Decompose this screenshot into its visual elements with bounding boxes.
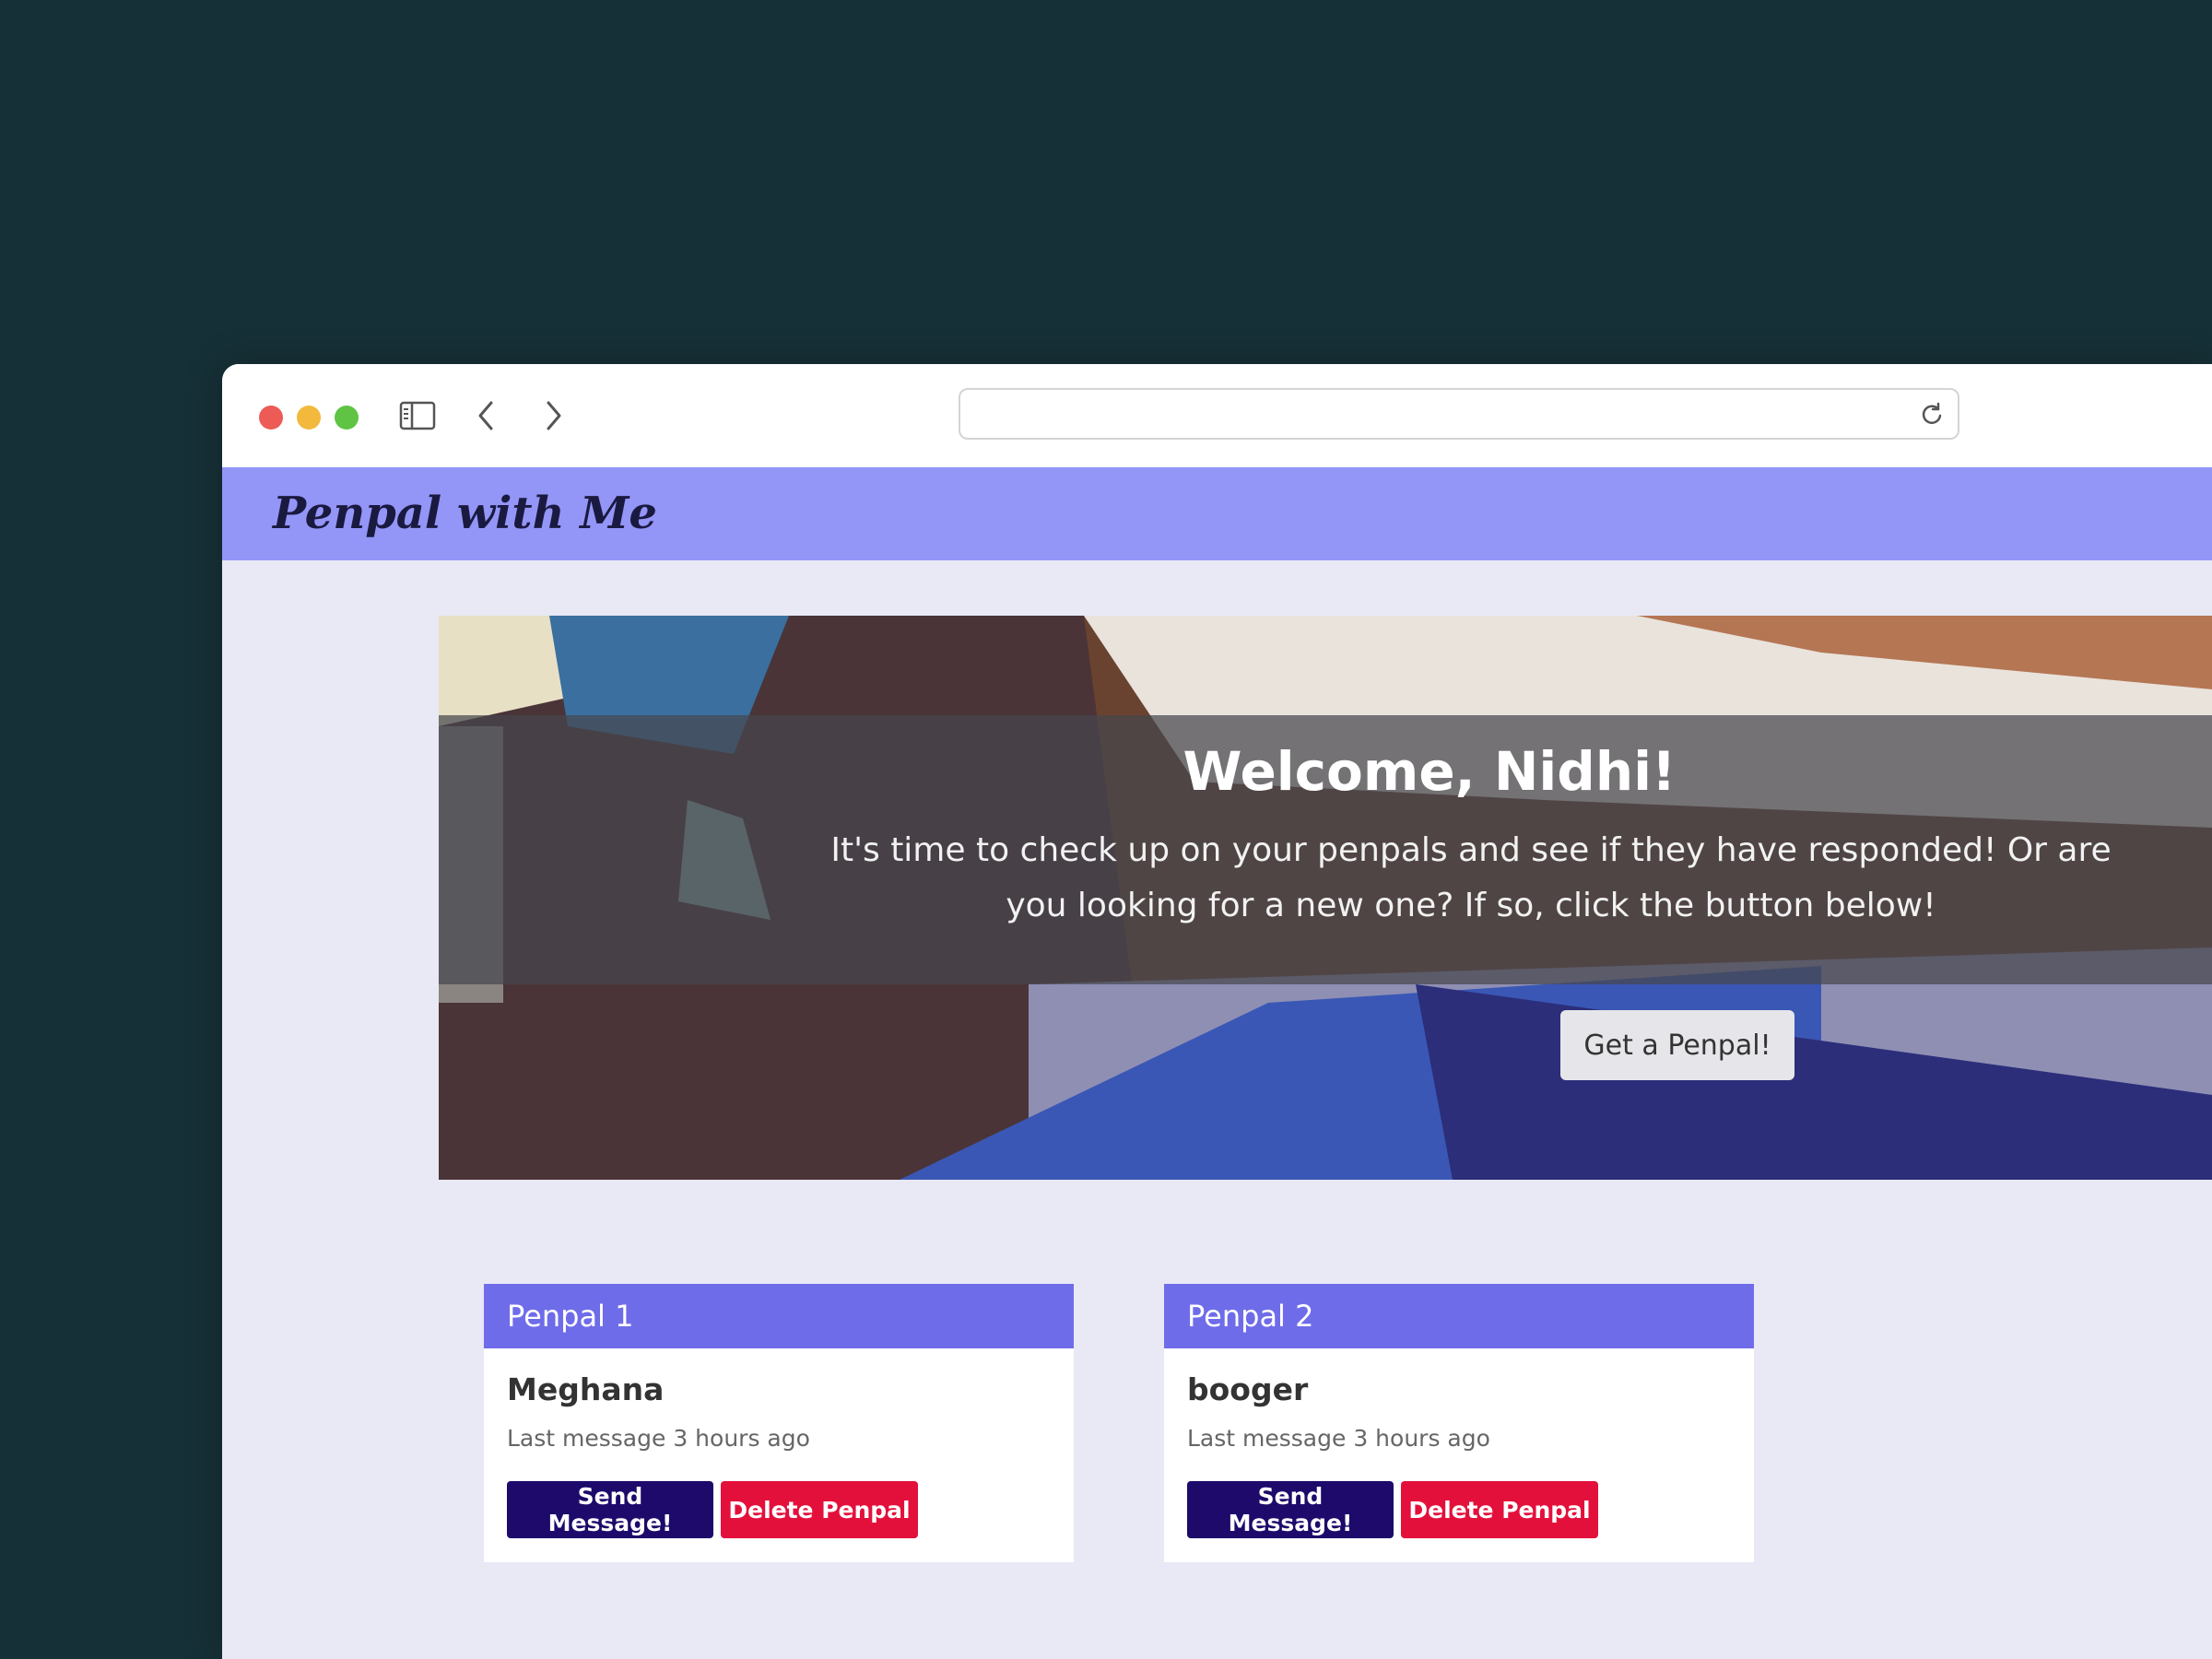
site-brand[interactable]: Penpal with Me [273, 488, 657, 539]
send-message-button[interactable]: Send Message! [1187, 1481, 1394, 1538]
minimize-window-button[interactable] [297, 406, 321, 429]
chevron-left-icon[interactable] [467, 397, 504, 434]
last-message-time: Last message 3 hours ago [1187, 1425, 1490, 1452]
penpal-card-header: Penpal 2 [1164, 1284, 1754, 1348]
browser-toolbar [222, 364, 2212, 469]
send-message-button[interactable]: Send Message! [507, 1481, 713, 1538]
maximize-window-button[interactable] [335, 406, 359, 429]
last-message-time: Last message 3 hours ago [507, 1425, 810, 1452]
penpal-name: booger [1187, 1371, 1309, 1407]
site-navbar: Penpal with Me [222, 467, 2212, 560]
hero-banner: Welcome, Nidhi! It's time to check up on… [439, 616, 2212, 1180]
reload-icon[interactable] [1919, 401, 1945, 427]
sidebar-toggle-icon[interactable] [397, 397, 438, 434]
get-penpal-button[interactable]: Get a Penpal! [1560, 1010, 1794, 1080]
hero-title: Welcome, Nidhi! [1182, 740, 1677, 803]
delete-penpal-button[interactable]: Delete Penpal [1401, 1481, 1598, 1538]
chevron-right-icon[interactable] [535, 397, 572, 434]
address-bar[interactable] [959, 388, 1959, 440]
browser-window: Penpal with Me Welcome, Nidhi! It's time… [222, 364, 2212, 1659]
penpal-card: Penpal 1 Meghana Last message 3 hours ag… [484, 1284, 1074, 1562]
penpal-name: Meghana [507, 1371, 665, 1407]
hero-subtitle: It's time to check up on your penpals an… [830, 831, 2112, 924]
delete-penpal-button[interactable]: Delete Penpal [721, 1481, 918, 1538]
penpal-card-header: Penpal 1 [484, 1284, 1074, 1348]
penpal-card: Penpal 2 booger Last message 3 hours ago… [1164, 1284, 1754, 1562]
close-window-button[interactable] [259, 406, 283, 429]
